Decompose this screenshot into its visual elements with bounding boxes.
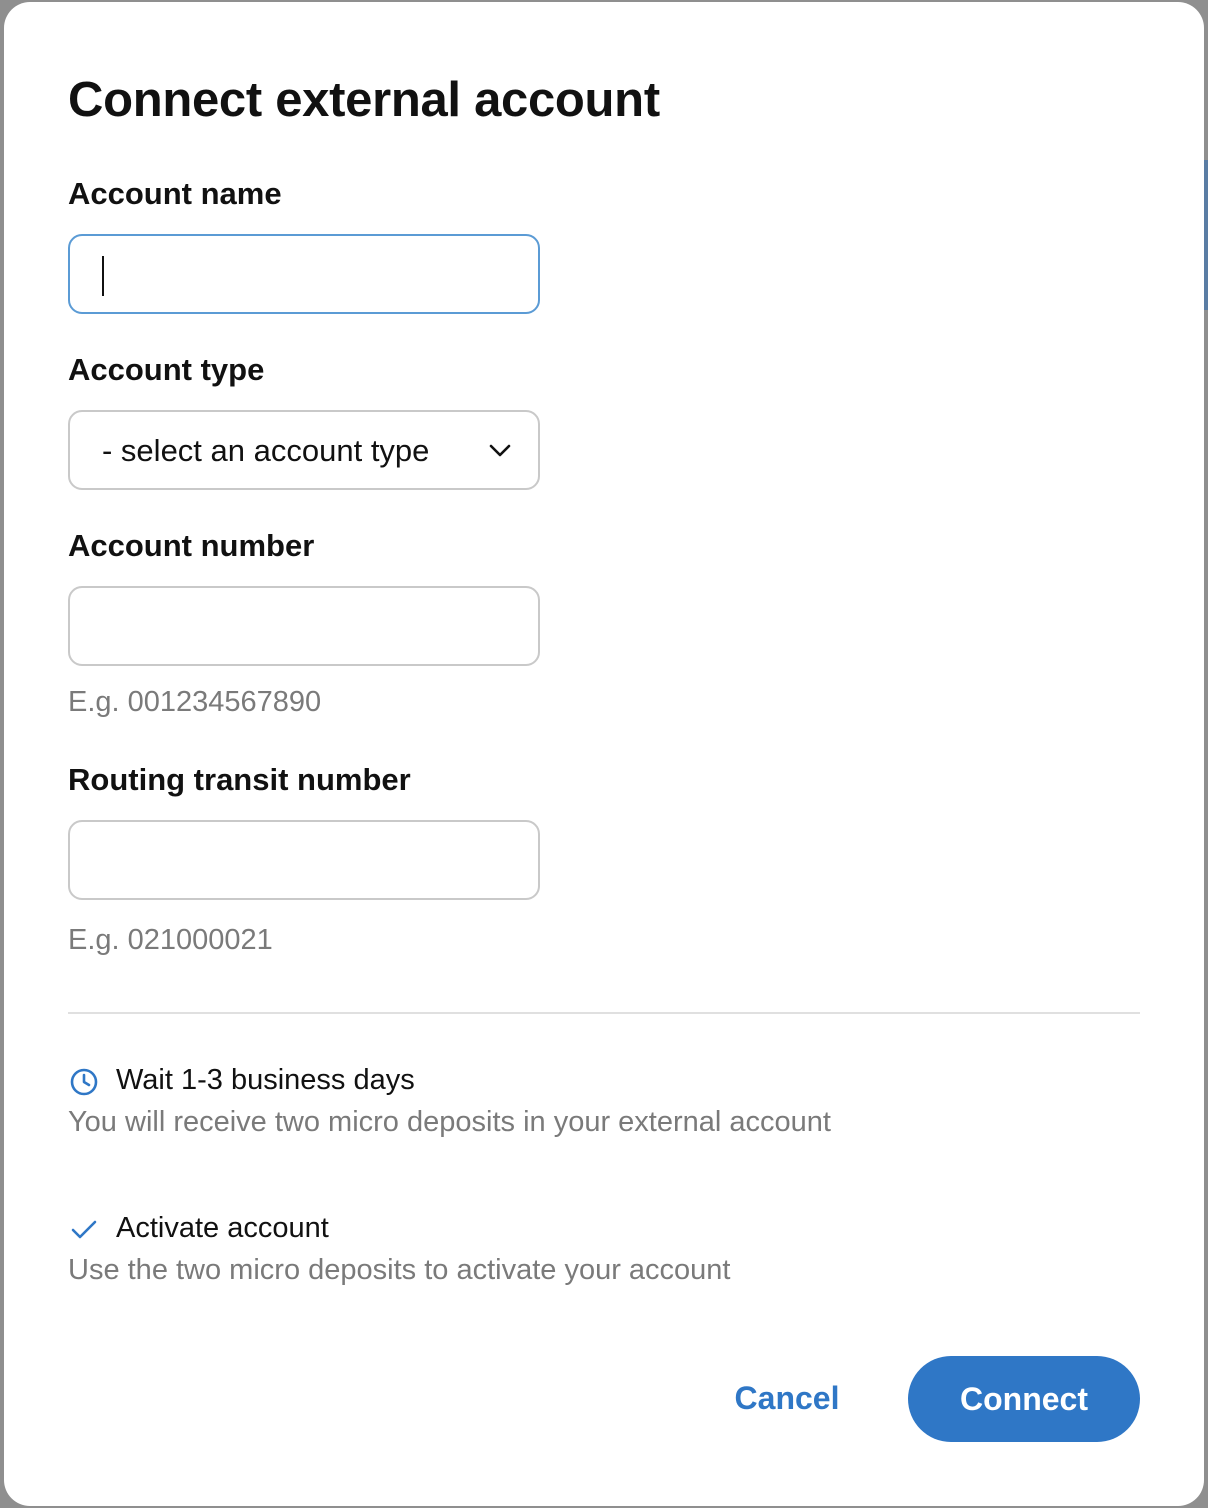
step-activate-description: Use the two micro deposits to activate y… [68,1254,731,1286]
step-wait-description: You will receive two micro deposits in y… [68,1106,831,1138]
account-number-hint: E.g. 001234567890 [68,686,322,718]
routing-number-hint: E.g. 021000021 [68,924,273,956]
text-caret [102,256,104,296]
account-type-selected-value: - select an account type [102,433,430,468]
account-type-label: Account type [68,352,265,387]
account-name-input[interactable] [68,234,540,314]
account-name-label: Account name [68,176,282,211]
routing-number-input[interactable] [68,820,540,900]
connect-button[interactable]: Connect [908,1356,1140,1442]
clock-icon [70,1068,98,1096]
account-number-input[interactable] [68,586,540,666]
chevron-down-icon [489,444,511,457]
checkmark-icon [71,1220,97,1239]
connect-account-dialog: Connect external account Account name Ac… [4,2,1204,1506]
routing-number-label: Routing transit number [68,762,411,797]
step-wait-title: Wait 1-3 business days [116,1064,415,1096]
cancel-button[interactable]: Cancel [716,1362,858,1434]
account-number-label: Account number [68,528,315,563]
account-type-select[interactable]: - select an account type [68,410,540,490]
step-activate-title: Activate account [116,1212,329,1244]
section-divider [68,1012,1140,1014]
dialog-title: Connect external account [68,73,660,127]
